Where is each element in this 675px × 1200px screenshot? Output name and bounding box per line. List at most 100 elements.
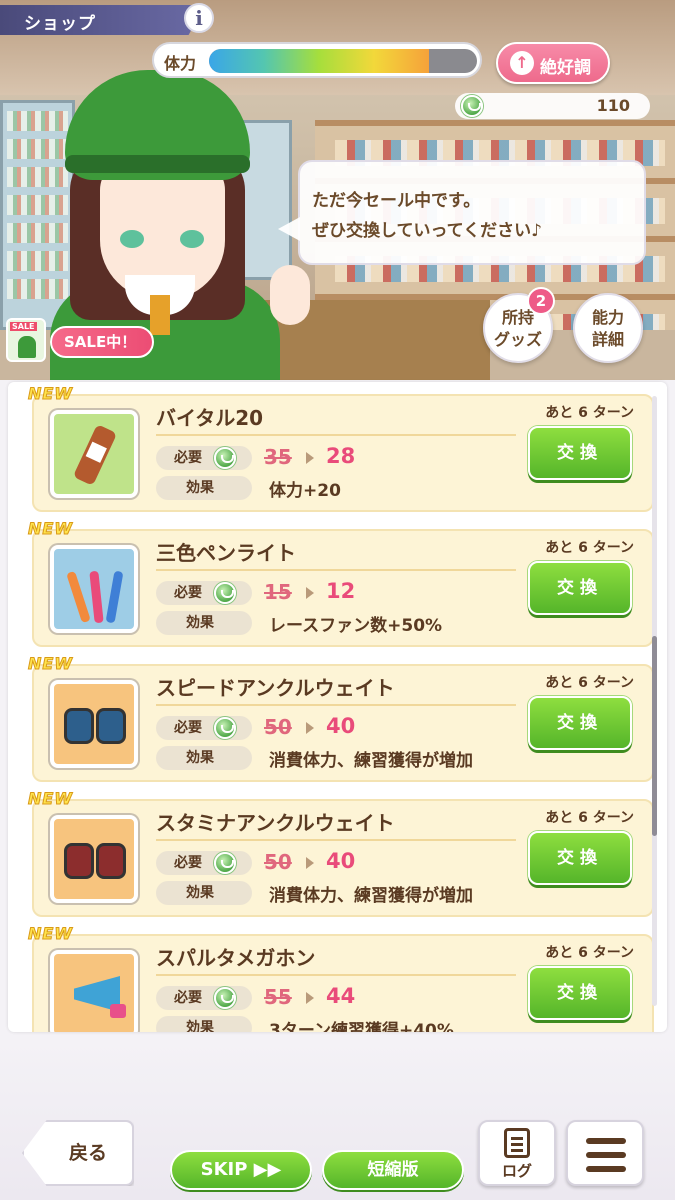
penlight-icon — [50, 545, 138, 633]
stamina-fill — [209, 49, 429, 73]
item-effect: 消費体力、練習獲得が増加 — [269, 751, 473, 771]
skip-button[interactable]: SKIP ▶▶ — [170, 1150, 312, 1190]
item-name: スタミナアンクルウェイト — [156, 811, 395, 835]
required-label: 必要 — [156, 446, 252, 470]
owned-goods-line2: グッズ — [493, 330, 542, 349]
sale-price: 28 — [326, 444, 356, 468]
required-label: 必要 — [156, 716, 252, 740]
item-card: NEW スタミナアンクルウェイト 必要 50 40 効果 消費体力、練習獲得が増… — [28, 789, 654, 917]
item-effect: 体力+20 — [269, 481, 341, 501]
item-name: バイタル20 — [156, 406, 264, 430]
exchange-button[interactable]: 交換 — [528, 696, 632, 750]
item-card: NEW バイタル20 必要 35 28 効果 体力+20 あと 6 ターン 交換 — [28, 384, 654, 512]
document-icon — [504, 1128, 530, 1158]
arrow-right-icon — [306, 587, 314, 599]
new-label: NEW — [28, 924, 73, 944]
ability-details-line1: 能力 — [591, 308, 624, 327]
old-price: 50 — [264, 850, 292, 874]
new-label: NEW — [28, 654, 73, 674]
ankle-weight-icon — [50, 815, 138, 903]
coin-icon — [461, 95, 483, 117]
exchange-button[interactable]: 交換 — [528, 966, 632, 1020]
speech-line-1: ただ今セール中です。 — [312, 191, 481, 211]
sale-character-icon — [6, 318, 46, 362]
coin-icon — [214, 717, 236, 739]
arrow-right-icon — [306, 857, 314, 869]
owned-goods-count-badge: 2 — [527, 287, 555, 315]
turns-remaining: あと 6 ターン — [545, 675, 634, 691]
arrow-up-icon: ↑ — [510, 51, 534, 75]
drink-bottle-icon — [50, 410, 138, 498]
coin-icon — [214, 582, 236, 604]
megaphone-icon — [50, 950, 138, 1032]
item-effect: 3ターン練習獲得+40% — [269, 1021, 454, 1032]
coin-icon — [214, 987, 236, 1009]
mood-badge[interactable]: ↑ 絶好調 — [496, 42, 610, 84]
effect-label: 効果 — [156, 476, 252, 500]
sale-label: SALE中！ — [50, 326, 154, 358]
new-label: NEW — [28, 384, 73, 404]
effect-label: 効果 — [156, 1016, 252, 1032]
turns-remaining: あと 6 ターン — [545, 540, 634, 556]
menu-button[interactable] — [566, 1120, 644, 1186]
sale-price: 40 — [326, 714, 356, 738]
turns-remaining: あと 6 ターン — [545, 810, 634, 826]
info-button[interactable]: i — [184, 3, 214, 33]
new-label: NEW — [28, 789, 73, 809]
stamina-label: 体力 — [164, 54, 197, 73]
old-price: 50 — [264, 715, 292, 739]
item-card: NEW スピードアンクルウェイト 必要 50 40 効果 消費体力、練習獲得が増… — [28, 654, 654, 782]
mood-label: 絶好調 — [540, 58, 591, 78]
arrow-right-icon — [306, 722, 314, 734]
sale-price: 40 — [326, 849, 356, 873]
exchange-button[interactable]: 交換 — [528, 831, 632, 885]
stamina-track — [209, 49, 477, 73]
item-name: スピードアンクルウェイト — [156, 676, 395, 700]
list-scrollbar[interactable] — [652, 396, 657, 1006]
sale-price: 12 — [326, 579, 356, 603]
old-price: 35 — [264, 445, 292, 469]
page-title-ribbon: ショップ — [0, 5, 205, 35]
exchange-button[interactable]: 交換 — [528, 426, 632, 480]
coin-icon — [214, 447, 236, 469]
arrow-right-icon — [306, 992, 314, 1004]
item-card: NEW スパルタメガホン 必要 55 44 効果 3ターン練習獲得+40% あと… — [28, 924, 654, 1032]
page-title: ショップ — [24, 14, 96, 34]
effect-label: 効果 — [156, 746, 252, 770]
sale-badge[interactable]: SALE中！ — [6, 318, 154, 362]
arrow-right-icon — [306, 452, 314, 464]
item-card: NEW 三色ペンライト 必要 15 12 効果 レースファン数+50% あと 6… — [28, 519, 654, 647]
owned-goods-button[interactable]: 所持 グッズ 2 — [483, 287, 555, 363]
exchange-button[interactable]: 交換 — [528, 561, 632, 615]
turns-remaining: あと 6 ターン — [545, 405, 634, 421]
stamina-bar: 体力 — [152, 42, 482, 78]
item-list[interactable]: NEW バイタル20 必要 35 28 効果 体力+20 あと 6 ターン 交換… — [8, 382, 667, 1032]
speech-bubble: ただ今セール中です。 ぜひ交換していってください♪ — [278, 160, 646, 265]
required-label: 必要 — [156, 851, 252, 875]
ability-details-line2: 詳細 — [591, 330, 624, 349]
old-price: 55 — [264, 985, 292, 1009]
ankle-weight-icon — [50, 680, 138, 768]
new-label: NEW — [28, 519, 73, 539]
ability-details-button[interactable]: 能力 詳細 — [573, 293, 643, 363]
log-label: ログ — [501, 1162, 532, 1180]
coin-icon — [214, 852, 236, 874]
required-label: 必要 — [156, 986, 252, 1010]
required-label: 必要 — [156, 581, 252, 605]
effect-label: 効果 — [156, 611, 252, 635]
turns-remaining: あと 6 ターン — [545, 945, 634, 961]
coin-amount: 110 — [596, 96, 630, 115]
short-version-button[interactable]: 短縮版 — [322, 1150, 464, 1190]
item-name: スパルタメガホン — [156, 946, 316, 970]
scrollbar-thumb[interactable] — [652, 636, 657, 836]
log-button[interactable]: ログ — [478, 1120, 556, 1186]
sale-price: 44 — [326, 984, 356, 1008]
item-effect: レースファン数+50% — [269, 616, 443, 636]
speech-line-2: ぜひ交換していってください♪ — [312, 221, 542, 241]
old-price: 15 — [264, 580, 292, 604]
coin-counter: 110 — [455, 93, 650, 119]
effect-label: 効果 — [156, 881, 252, 905]
item-effect: 消費体力、練習獲得が増加 — [269, 886, 473, 906]
menu-icon — [586, 1138, 626, 1144]
item-name: 三色ペンライト — [156, 541, 296, 565]
